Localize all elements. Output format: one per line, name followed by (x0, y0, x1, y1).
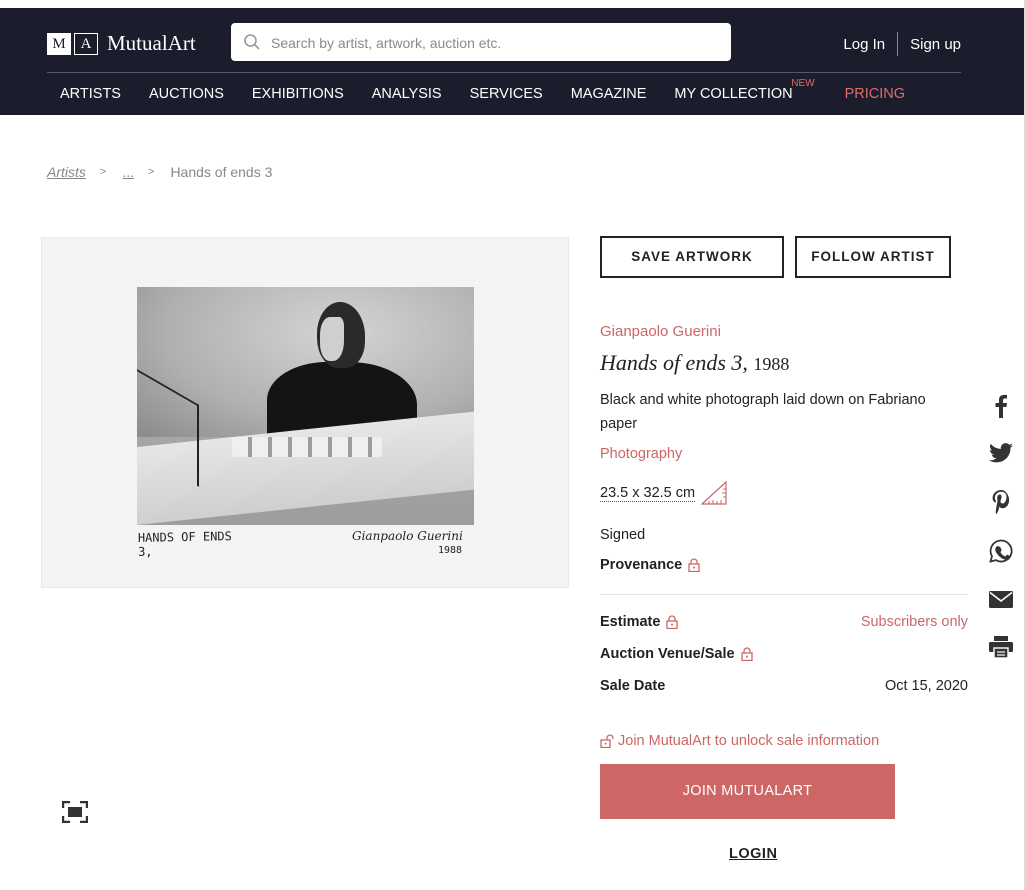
login-button[interactable]: LOGIN (729, 846, 777, 862)
nav-auctions[interactable]: AUCTIONS (149, 86, 224, 102)
logo-name: MutualArt (107, 31, 196, 55)
follow-artist-button[interactable]: FOLLOW ARTIST (795, 236, 951, 278)
estimate-label: Estimate (600, 614, 679, 630)
nav-services[interactable]: SERVICES (470, 86, 543, 102)
artwork-image[interactable]: HANDS OF ENDS 3, Gianpaolo Guerini 1988 (41, 237, 569, 588)
join-mutualart-button[interactable]: JOIN MUTUALART (600, 764, 895, 819)
artwork-size-value[interactable]: 23.5 x 32.5 cm (600, 485, 696, 502)
artwork-title-text: Hands of ends 3, (600, 350, 748, 375)
logo-letter-a: A (74, 32, 98, 55)
estimate-row: Estimate Subscribers only (600, 614, 968, 630)
breadcrumb-ellipsis[interactable]: ... (122, 164, 134, 180)
artwork-signed: Signed (600, 527, 646, 543)
lock-icon (666, 615, 679, 629)
auth-links: Log In Sign up (843, 32, 961, 56)
login-link[interactable]: Log In (843, 36, 885, 53)
nav-pricing[interactable]: PRICING (845, 86, 905, 102)
breadcrumb-separator: > (148, 166, 155, 178)
unlock-text: Join MutualArt to unlock sale informatio… (618, 733, 880, 749)
breadcrumb-current: Hands of ends 3 (170, 164, 273, 180)
save-artwork-button[interactable]: SAVE ARTWORK (600, 236, 784, 278)
main-nav: ARTISTS AUCTIONS EXHIBITIONS ANALYSIS SE… (60, 78, 933, 102)
twitter-icon[interactable] (988, 440, 1014, 466)
breadcrumb: Artists > ... > Hands of ends 3 (47, 164, 272, 180)
artwork-inscription: HANDS OF ENDS 3, (138, 529, 232, 559)
artwork-photo (137, 287, 474, 525)
artwork-signature-year: 1988 (438, 545, 463, 556)
facebook-icon[interactable] (988, 393, 1014, 419)
sale-date-value: Oct 15, 2020 (884, 678, 968, 694)
lock-icon (740, 647, 753, 661)
site-header: M A MutualArt Log In Sign up ARTISTS AUC… (0, 8, 1024, 115)
photo-figure-face (320, 317, 344, 361)
artwork-signature: Gianpaolo Guerini (352, 529, 463, 543)
artwork-title: Hands of ends 3, 1988 (600, 350, 789, 376)
artwork-category-link[interactable]: Photography (600, 446, 682, 462)
estimate-value[interactable]: Subscribers only (861, 614, 968, 630)
nav-my-collection-label: MY COLLECTION (674, 86, 793, 102)
nav-artists[interactable]: ARTISTS (60, 86, 121, 102)
auth-separator (897, 32, 899, 56)
nav-my-collection[interactable]: MY COLLECTION NEW (674, 78, 814, 102)
provenance-label: Provenance (600, 557, 700, 573)
unlock-link[interactable]: Join MutualArt to unlock sale informatio… (600, 733, 879, 749)
inscription-line-2: 3, (138, 544, 153, 559)
fullscreen-icon[interactable] (62, 801, 88, 823)
email-icon[interactable] (988, 586, 1014, 612)
logo[interactable]: M A MutualArt (47, 31, 196, 56)
venue-label-text: Auction Venue/Sale (600, 646, 735, 662)
nav-magazine[interactable]: MAGAZINE (571, 86, 647, 102)
sale-date-row: Sale Date Oct 15, 2020 (600, 678, 968, 694)
ruler-icon[interactable] (701, 481, 727, 505)
search-icon (244, 34, 260, 50)
unlock-icon (600, 734, 614, 748)
search-input[interactable] (269, 23, 723, 63)
provenance-label-text: Provenance (600, 557, 683, 573)
artwork-medium: Black and white photograph laid down on … (600, 392, 926, 432)
logo-letter-m: M (47, 32, 71, 55)
signup-link[interactable]: Sign up (910, 36, 961, 53)
header-divider (47, 72, 961, 73)
venue-row: Auction Venue/Sale (600, 646, 968, 662)
artist-link[interactable]: Gianpaolo Guerini (600, 323, 721, 340)
nav-analysis[interactable]: ANALYSIS (372, 86, 442, 102)
inscription-line-1: HANDS OF ENDS (137, 529, 232, 545)
artwork-year: 1988 (753, 354, 790, 374)
artwork-size: 23.5 x 32.5 cm (600, 481, 727, 505)
top-strip (0, 0, 1026, 8)
lock-icon (688, 558, 700, 572)
details-divider (600, 594, 968, 595)
sale-date-label: Sale Date (600, 678, 666, 694)
search-box (231, 23, 731, 63)
nav-exhibitions[interactable]: EXHIBITIONS (252, 86, 344, 102)
whatsapp-icon[interactable] (988, 538, 1014, 564)
print-icon[interactable] (988, 634, 1014, 660)
provenance-row: Provenance (600, 557, 968, 573)
pinterest-icon[interactable] (988, 489, 1014, 515)
photo-tins (232, 437, 382, 457)
breadcrumb-artists[interactable]: Artists (47, 164, 86, 180)
breadcrumb-separator: > (99, 166, 107, 178)
estimate-label-text: Estimate (600, 614, 661, 630)
venue-label: Auction Venue/Sale (600, 646, 753, 662)
new-badge: NEW (791, 78, 815, 89)
